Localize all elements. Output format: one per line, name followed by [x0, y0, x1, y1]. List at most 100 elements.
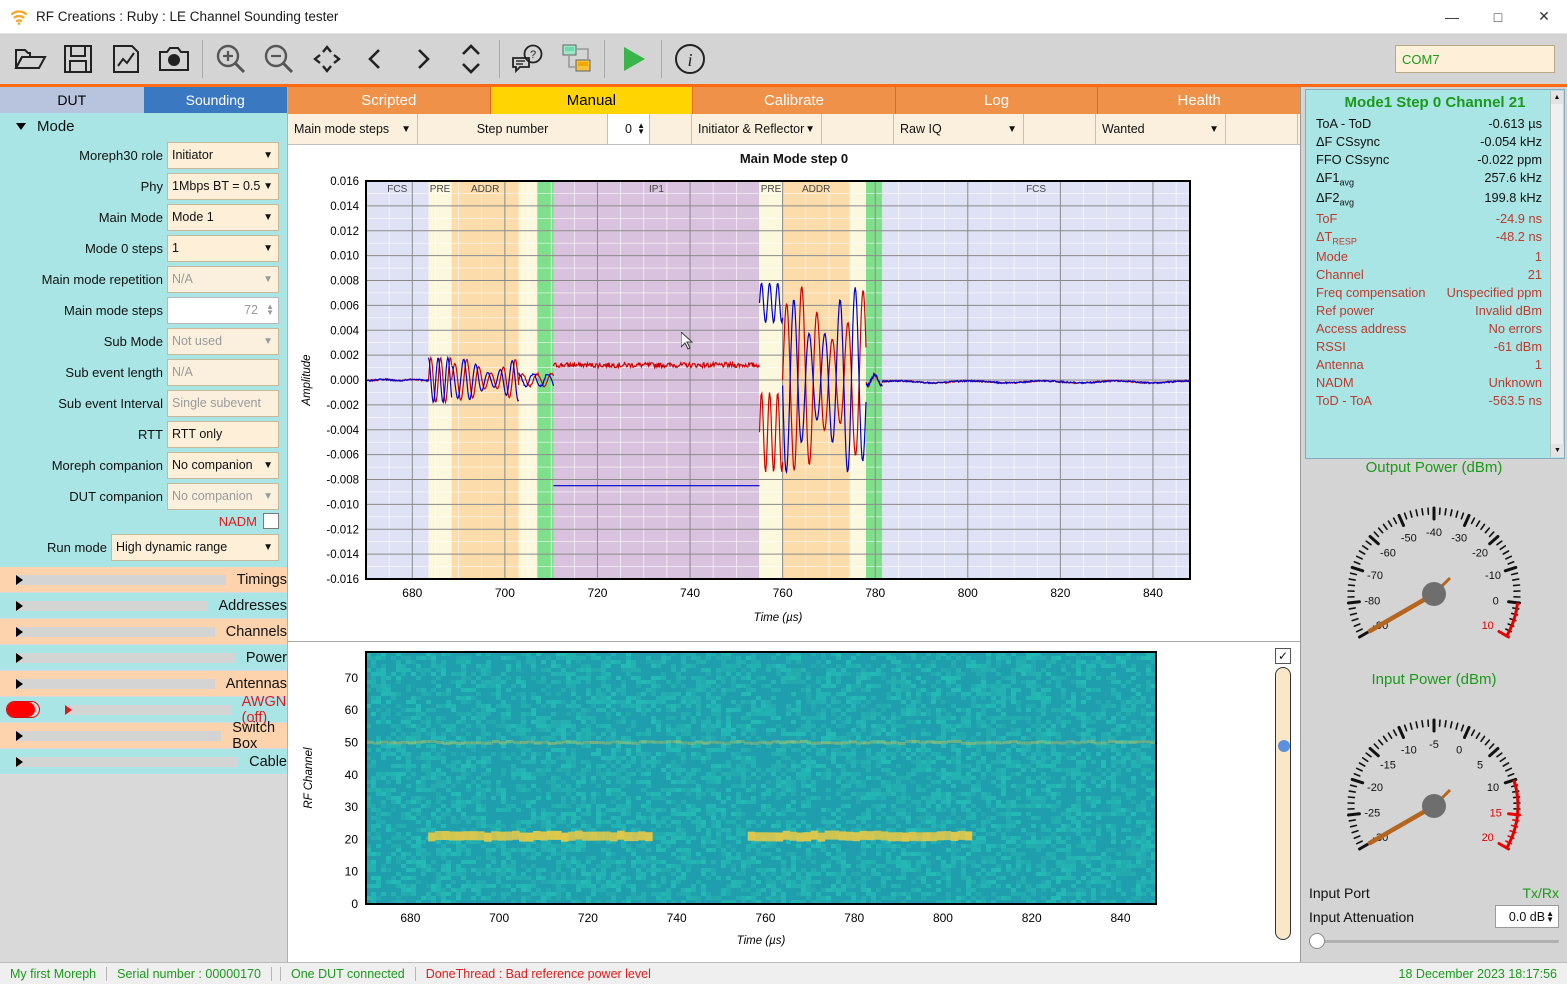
zoom-out-icon[interactable] [255, 35, 303, 83]
wanted-select-value: Wanted [1102, 122, 1145, 136]
tab-health[interactable]: Health [1098, 87, 1300, 114]
main-tab-bar: Scripted Manual Calibrate Log Health [288, 87, 1300, 114]
svg-text:-0.016: -0.016 [326, 574, 359, 586]
field-text[interactable]: N/A [167, 359, 279, 386]
camera-snapshot-icon[interactable] [150, 35, 198, 83]
spectrogram-side-control: ✓ [1266, 642, 1300, 962]
zoom-in-icon[interactable] [207, 35, 255, 83]
accordion-timings[interactable]: Timings [0, 567, 287, 592]
field-spinner[interactable]: 72▲▼ [167, 297, 279, 324]
scroll-up-icon[interactable]: ▲ [1551, 91, 1563, 104]
measurement-readout: Mode1 Step 0 Channel 21 ToA - ToD-0.613 … [1305, 89, 1565, 459]
chart-export-icon[interactable] [102, 35, 150, 83]
accordion-addresses[interactable]: Addresses [0, 593, 287, 618]
input-attenuation-row: Input Attenuation 0.0 dB ▲▼ [1301, 903, 1567, 930]
tab-manual[interactable]: Manual [491, 87, 694, 114]
main-body: DUT Sounding Mode Moreph30 roleInitiator… [0, 87, 1567, 962]
wanted-select[interactable]: Wanted▼ [1096, 114, 1226, 144]
awgn-toggle[interactable] [6, 701, 40, 718]
step-number-label[interactable]: Step number [418, 114, 608, 144]
field-select[interactable]: No companion▼ [167, 483, 279, 510]
readout-row: RSSI-61 dBm [1306, 338, 1550, 356]
svg-text:700: 700 [495, 586, 515, 600]
com-port-field[interactable]: COM7 [1395, 45, 1555, 73]
field-row: DUT companionNo companion▼ [0, 481, 279, 511]
readout-value: -0.054 kHz [1480, 134, 1542, 149]
field-label: Main mode steps [64, 303, 167, 318]
input-attenuation-stepper[interactable]: 0.0 dB ▲▼ [1495, 905, 1559, 928]
field-row: Moreph30 roleInitiator▼ [0, 140, 279, 170]
field-select[interactable]: Initiator▼ [167, 142, 279, 169]
spinner-arrows-icon[interactable]: ▲▼ [266, 304, 274, 316]
field-text[interactable]: RTT only [167, 421, 279, 448]
slider-knob[interactable] [1309, 933, 1325, 949]
step-number-spinner-value: 0 [625, 122, 632, 136]
tab-sounding[interactable]: Sounding [144, 87, 288, 113]
input-port-value: Tx/Rx [1522, 885, 1559, 901]
accordion-channels[interactable]: Channels [0, 619, 287, 644]
close-button[interactable]: ✕ [1521, 0, 1567, 34]
readout-value: 257.6 kHz [1484, 170, 1542, 188]
accordion-switch-box[interactable]: Switch Box [0, 723, 287, 748]
scrollbar-thumb[interactable] [1278, 740, 1290, 752]
info-icon[interactable]: i [666, 35, 714, 83]
spinner-arrows-icon[interactable]: ▲▼ [1546, 911, 1554, 923]
accordion-power[interactable]: Power [0, 645, 287, 670]
pan-vertical-icon[interactable] [447, 35, 495, 83]
field-row: Sub event IntervalSingle subevent [0, 388, 279, 418]
run-mode-select[interactable]: High dynamic range ▼ [111, 534, 279, 561]
tab-scripted[interactable]: Scripted [288, 87, 491, 114]
chevron-down-icon: ▼ [263, 491, 273, 502]
readout-value: -48.2 ns [1496, 229, 1542, 247]
open-folder-icon[interactable] [6, 35, 54, 83]
main-mode-step-chart[interactable]: FCSPREADDRIP1PREADDRFCS0.0160.0140.0120.… [288, 167, 1300, 641]
tab-calibrate[interactable]: Calibrate [693, 87, 896, 114]
spinner-arrows-icon[interactable]: ▲▼ [637, 123, 645, 135]
field-select[interactable]: 1Mbps BT = 0.5▼ [167, 173, 279, 200]
raw-iq-select[interactable]: Raw IQ▼ [894, 114, 1024, 144]
field-text[interactable]: Single subevent [167, 390, 279, 417]
maximize-button[interactable]: □ [1475, 0, 1521, 34]
svg-text:-0.010: -0.010 [326, 499, 359, 511]
pan-all-icon[interactable] [303, 35, 351, 83]
help-balloon-icon[interactable]: ? [504, 35, 552, 83]
accordion-antennas[interactable]: Antennas [0, 671, 287, 696]
tab-log[interactable]: Log [896, 87, 1099, 114]
readout-row: Channel21 [1306, 266, 1550, 284]
svg-text:760: 760 [773, 586, 793, 600]
chevron-right-icon [16, 653, 235, 663]
pan-left-icon[interactable] [351, 35, 399, 83]
device-link-icon[interactable] [552, 35, 600, 83]
field-select[interactable]: Not used▼ [167, 328, 279, 355]
field-select[interactable]: Mode 1▼ [167, 204, 279, 231]
spectrogram-scrollbar[interactable] [1275, 667, 1291, 940]
chevron-right-icon [16, 679, 215, 689]
input-attenuation-slider[interactable] [1309, 933, 1559, 949]
field-select[interactable]: N/A▼ [167, 266, 279, 293]
toolbar-separator-3 [604, 40, 605, 78]
mode-section-header[interactable]: Mode [0, 113, 287, 139]
svg-text:?: ? [530, 49, 536, 61]
spectrogram-enable-checkbox[interactable]: ✓ [1275, 648, 1291, 664]
field-select[interactable]: 1▼ [167, 235, 279, 262]
accordion-label: Channels [226, 624, 287, 640]
pan-right-icon[interactable] [399, 35, 447, 83]
step-number-spinner[interactable]: 0 ▲▼ [608, 114, 650, 144]
readout-scrollbar[interactable]: ▲ ▼ [1550, 91, 1563, 457]
input-power-gauge: -30-25-20-15-10-505101520 [1301, 688, 1567, 883]
scroll-down-icon[interactable]: ▼ [1551, 444, 1564, 457]
initiator-reflector-select[interactable]: Initiator & Reflector▼ [692, 114, 822, 144]
tab-dut[interactable]: DUT [0, 87, 144, 113]
run-mode-value: High dynamic range [116, 540, 227, 554]
save-icon[interactable] [54, 35, 102, 83]
field-select[interactable]: No companion▼ [167, 452, 279, 479]
svg-text:-0.008: -0.008 [326, 475, 359, 487]
minimize-button[interactable]: — [1429, 0, 1475, 34]
accordion-cable[interactable]: Cable [0, 749, 287, 774]
nadm-checkbox[interactable] [263, 513, 279, 529]
main-mode-steps-select[interactable]: Main mode steps▼ [288, 114, 418, 144]
svg-text:0.000: 0.000 [330, 375, 359, 387]
field-row: Main mode repetitionN/A▼ [0, 264, 279, 294]
run-play-icon[interactable] [609, 35, 657, 83]
rf-channel-spectrogram[interactable]: 0102030405060706807007207407607808008208… [288, 642, 1266, 962]
